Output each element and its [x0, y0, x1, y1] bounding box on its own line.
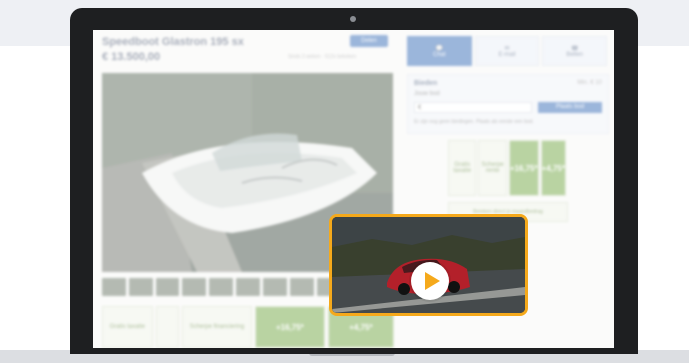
- thumbnail[interactable]: [155, 278, 180, 296]
- bid-title: Bieden: [414, 80, 438, 87]
- listing-title: Speedboot Glastron 195 sx: [102, 36, 244, 48]
- promo-figure: [155, 306, 179, 348]
- promo-rate: +4,75*: [540, 140, 566, 196]
- chat-button[interactable]: 💬 Chat: [407, 36, 472, 66]
- thumbnail[interactable]: [262, 278, 287, 296]
- play-button[interactable]: [411, 262, 449, 300]
- promo-box: Scherpe financiering: [181, 306, 252, 348]
- promo-rate: +16,75*: [508, 140, 539, 196]
- play-icon: [425, 272, 440, 290]
- listing-price: € 13.500,00: [102, 51, 161, 63]
- mail-icon: ✉: [504, 45, 510, 52]
- email-button-label: E-mail: [498, 51, 516, 58]
- contact-buttons: 💬 Chat ✉ E-mail ☎ Bellen: [407, 36, 608, 66]
- thumbnail[interactable]: [236, 278, 260, 296]
- thumbnail[interactable]: [182, 278, 207, 296]
- chat-button-label: Chat: [432, 51, 446, 58]
- promo-banner-right[interactable]: Gratis taxatie Scherpe rente +16,75* +4,…: [448, 140, 566, 196]
- share-button[interactable]: Delen: [350, 35, 388, 47]
- thumbnail[interactable]: [209, 278, 234, 296]
- chat-icon: 💬: [435, 45, 444, 52]
- bid-panel: Bieden Min. € 10 Jouw bod € Plaats bod E…: [407, 74, 609, 134]
- call-button[interactable]: ☎ Bellen: [542, 36, 608, 66]
- promo-box: Gratis taxatie: [448, 140, 477, 196]
- thumbnail[interactable]: [128, 278, 153, 296]
- bid-note: Er zijn nog geen biedingen. Plaats als e…: [414, 119, 534, 125]
- phone-icon: ☎: [570, 45, 579, 52]
- video-thumbnail[interactable]: [329, 214, 528, 316]
- email-button[interactable]: ✉ E-mail: [474, 36, 540, 66]
- thumbnail[interactable]: [289, 278, 314, 296]
- listing-meta: Sinds 3 weken · 512x bekeken: [288, 54, 357, 60]
- bid-input[interactable]: €: [414, 102, 532, 113]
- call-button-label: Bellen: [566, 51, 584, 58]
- promo-box: Gratis taxatie: [102, 306, 153, 348]
- place-bid-button[interactable]: Plaats bod: [538, 102, 602, 113]
- promo-rate: +16,75*: [254, 306, 325, 348]
- promo-box: Scherpe rente: [478, 140, 507, 196]
- camera-dot: [350, 16, 356, 22]
- bid-label: Jouw bod: [414, 91, 440, 97]
- bid-minimum: Min. € 10: [577, 80, 602, 86]
- thumbnail[interactable]: [102, 278, 126, 296]
